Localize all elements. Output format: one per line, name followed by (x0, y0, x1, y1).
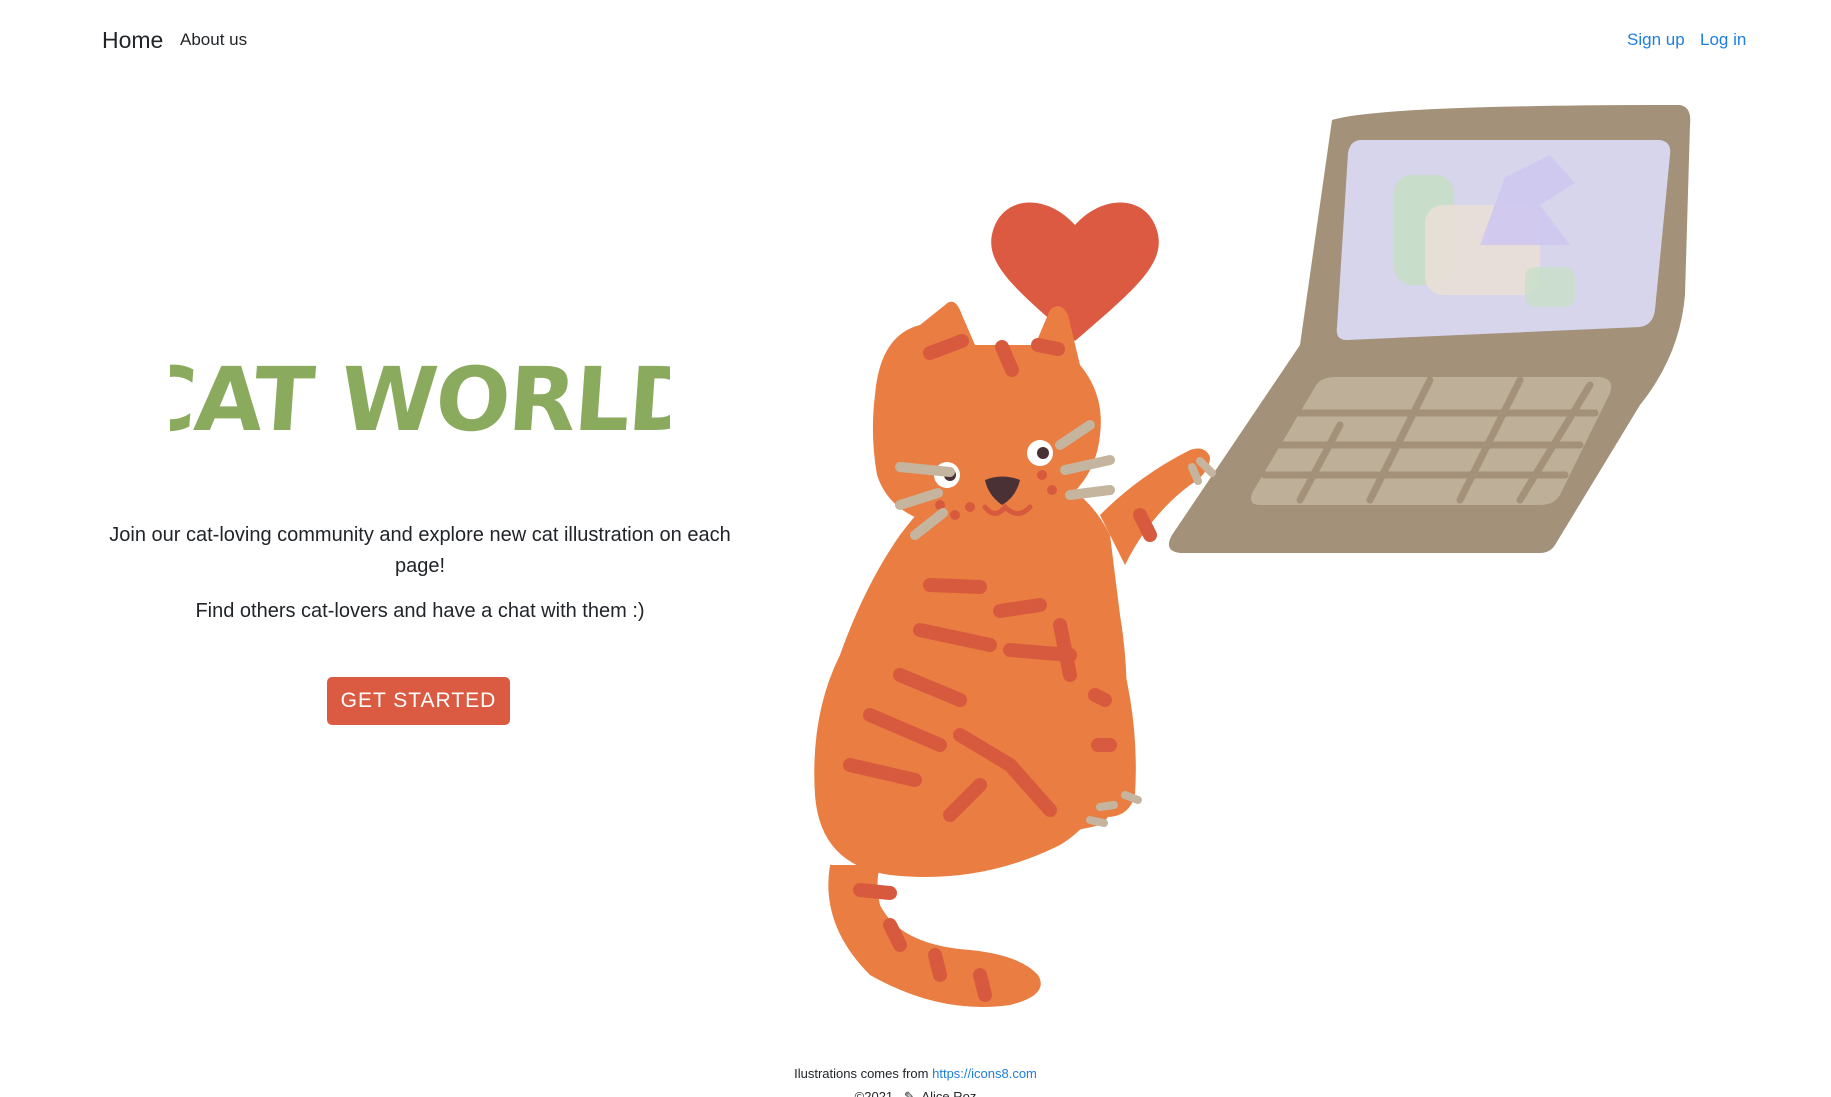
footer-credit-text: Ilustrations comes from (794, 1066, 929, 1081)
signature-icon: ✎ (896, 1089, 919, 1097)
hero-description-secondary: Find others cat-lovers and have a chat w… (195, 600, 645, 622)
hero-title-text: CAT WORLD (170, 348, 670, 450)
nav-login-link[interactable]: Log in (1700, 30, 1746, 50)
hero-section: CAT WORLD Join our cat-loving community … (100, 340, 740, 627)
hero-description: Join our cat-loving community and explor… (109, 524, 731, 577)
nav-home-link[interactable]: Home (102, 27, 163, 54)
laptop-illustration (1168, 105, 1691, 553)
author-name: Alice Roz (921, 1089, 977, 1097)
get-started-button[interactable]: GET STARTED (327, 677, 510, 725)
hero-title: CAT WORLD (170, 348, 670, 450)
icons8-link[interactable]: https://icons8.com (932, 1066, 1037, 1081)
nav-about-link[interactable]: About us (180, 30, 247, 50)
footer-copyright: ©2021 ✎ Alice Roz (0, 1089, 1831, 1097)
cat-laptop-illustration (814, 105, 1691, 1007)
heart-icon (991, 202, 1159, 341)
nav-signup-link[interactable]: Sign up (1627, 30, 1685, 50)
top-navbar: Home About us Sign up Log in (0, 0, 1831, 80)
cat-illustration (814, 301, 1216, 1007)
footer-credit: Ilustrations comes from https://icons8.c… (0, 1066, 1831, 1081)
page: Home About us Sign up Log in CAT WORLD J… (0, 0, 1831, 1097)
copyright-text: ©2021 (854, 1089, 894, 1097)
